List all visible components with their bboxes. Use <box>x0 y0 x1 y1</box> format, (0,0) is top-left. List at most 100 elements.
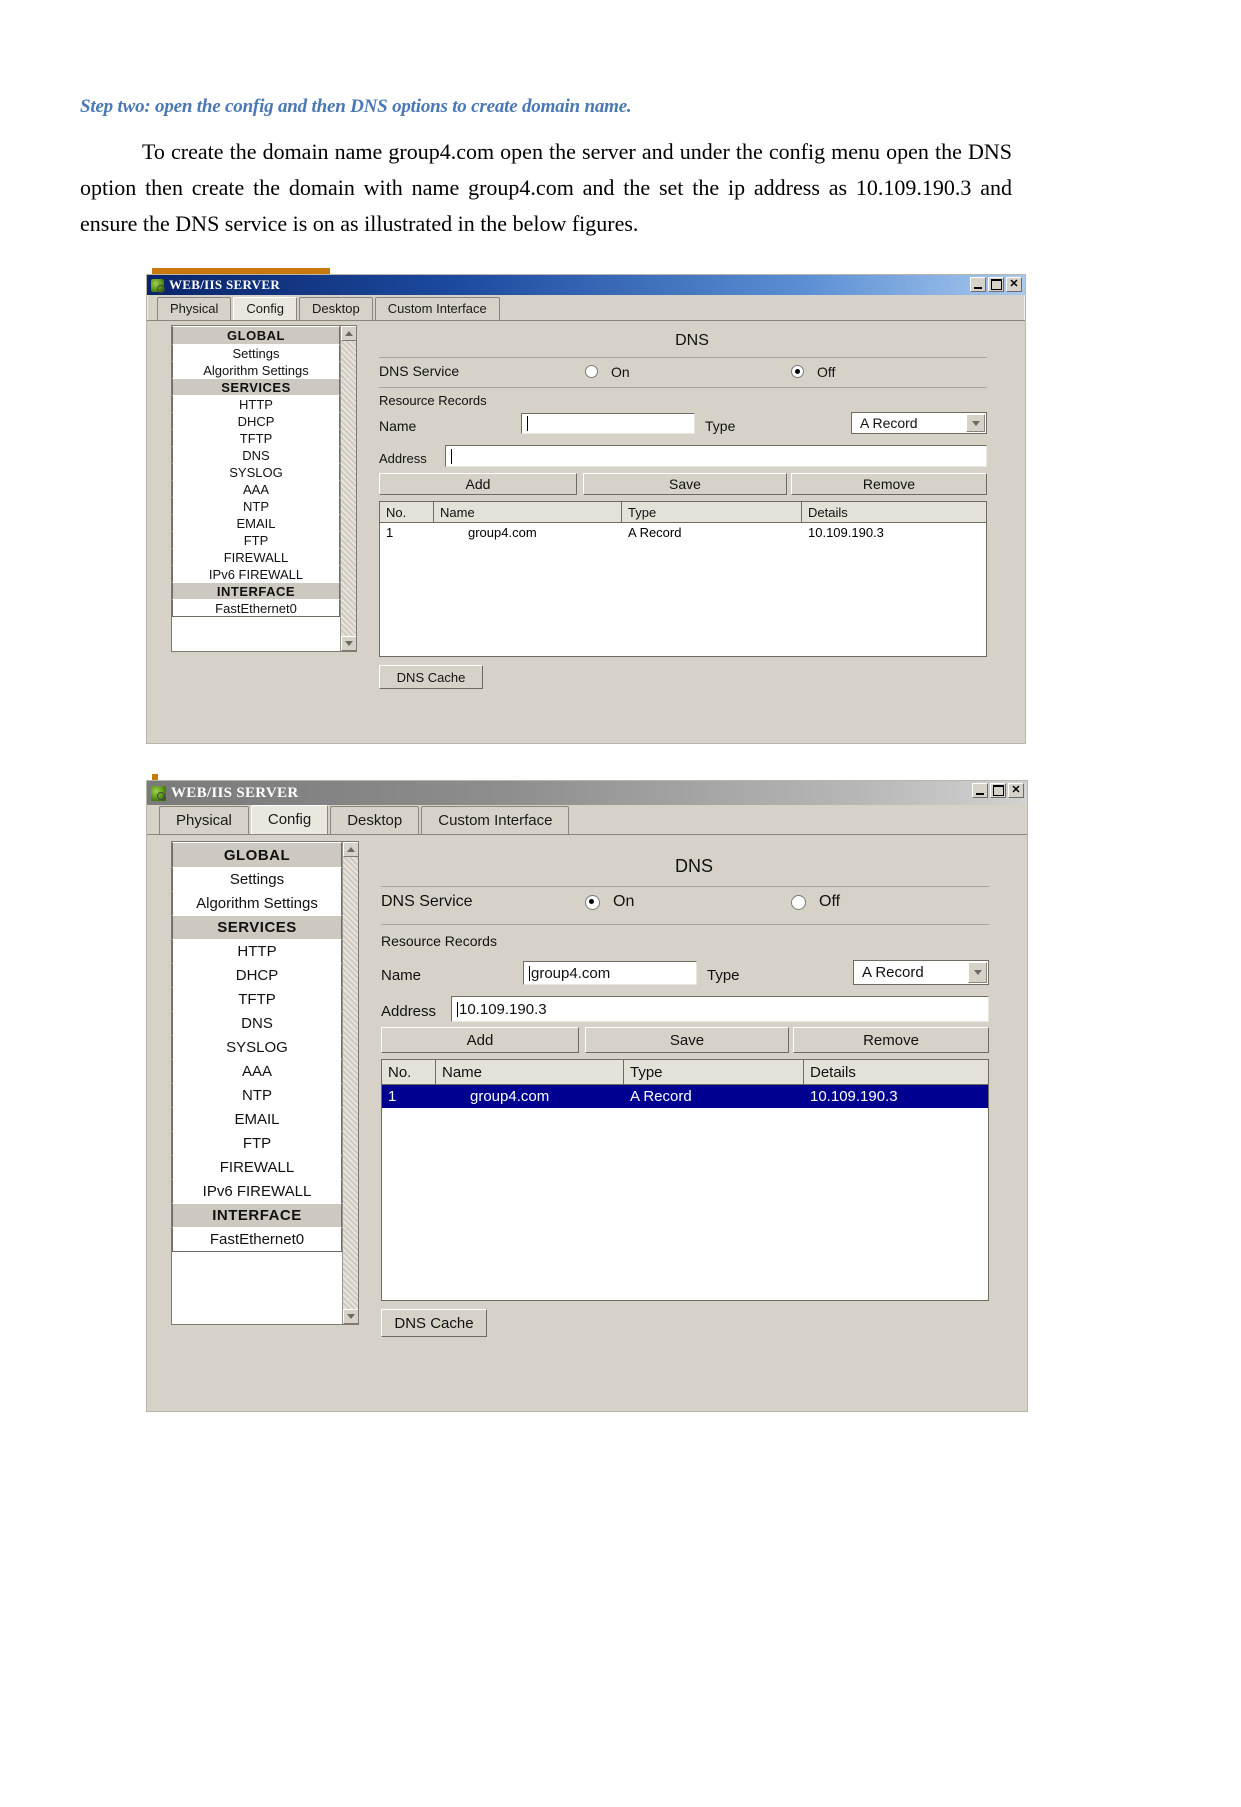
tab-bar-bottom: Physical Config Desktop Custom Interface <box>159 805 1019 834</box>
remove-button-bottom[interactable]: Remove <box>793 1027 989 1053</box>
body-paragraph: To create the domain name group4.com ope… <box>80 134 1012 242</box>
sidebar-item-ntp[interactable]: NTP <box>172 497 340 515</box>
resource-records-table-top[interactable]: No. Name Type Details 1 group4.com A Rec… <box>379 501 987 657</box>
name-input-top[interactable] <box>521 413 695 434</box>
dns-off-label-bottom: Off <box>819 893 841 910</box>
sidebar-item-fastethernet0[interactable]: FastEthernet0 <box>172 599 340 617</box>
name-input-bottom[interactable]: group4.com <box>523 961 697 985</box>
save-button-top[interactable]: Save <box>583 473 787 495</box>
resource-records-label-bottom: Resource Records <box>381 933 497 949</box>
maximize-button[interactable] <box>990 783 1006 798</box>
dns-off-radio-top[interactable] <box>791 365 804 378</box>
sidebar-item-global: GLOBAL <box>172 326 340 345</box>
server-icon <box>151 278 165 293</box>
sidebar-item-http[interactable]: HTTP <box>172 395 340 413</box>
sidebar-item-settings[interactable]: Settings <box>172 344 340 362</box>
tab-config[interactable]: Config <box>250 805 329 834</box>
dns-service-label-bottom: DNS Service <box>381 893 473 910</box>
type-select-bottom[interactable]: A Record <box>853 960 989 985</box>
name-input-value-bottom: group4.com <box>531 964 611 982</box>
scroll-down-arrow-icon[interactable] <box>341 636 356 651</box>
save-button-bottom[interactable]: Save <box>585 1027 789 1053</box>
sidebar-item-syslog[interactable]: SYSLOG <box>172 463 340 481</box>
table-header-row-top: No. Name Type Details <box>380 502 986 523</box>
table-row[interactable]: 1 group4.com A Record 10.109.190.3 <box>380 523 986 542</box>
sidebar-item-tftp[interactable]: TFTP <box>172 987 342 1012</box>
step-heading: Step two: open the config and then DNS o… <box>80 96 632 117</box>
sidebar-scrollbar-bottom[interactable] <box>342 842 358 1324</box>
tab-desktop[interactable]: Desktop <box>299 297 373 320</box>
dns-cache-button-bottom[interactable]: DNS Cache <box>381 1309 487 1337</box>
sidebar-item-ftp[interactable]: FTP <box>172 531 340 549</box>
add-button-bottom[interactable]: Add <box>381 1027 579 1053</box>
sidebar-item-dns[interactable]: DNS <box>172 1011 342 1036</box>
close-button[interactable]: ✕ <box>1006 277 1022 292</box>
chevron-down-icon[interactable] <box>968 962 987 983</box>
divider-1-top <box>379 357 987 358</box>
minimize-button[interactable] <box>970 277 986 292</box>
tab-physical[interactable]: Physical <box>159 806 249 834</box>
tab-custom-interface[interactable]: Custom Interface <box>374 297 500 320</box>
dns-cache-button-top[interactable]: DNS Cache <box>379 665 483 689</box>
sidebar-item-http[interactable]: HTTP <box>172 939 342 964</box>
sidebar-item-aaa[interactable]: AAA <box>172 1059 342 1084</box>
window-titlebar-bottom[interactable]: WEB/IIS SERVER ✕ <box>147 781 1027 805</box>
scroll-up-arrow-icon[interactable] <box>343 842 358 857</box>
scroll-up-arrow-icon[interactable] <box>341 326 356 341</box>
dns-on-radio-top[interactable] <box>585 365 598 378</box>
cell-no: 1 <box>388 1088 397 1105</box>
dns-service-label-top: DNS Service <box>379 363 460 379</box>
config-sidebar-top[interactable]: GLOBAL Settings Algorithm Settings SERVI… <box>171 325 357 652</box>
tab-physical[interactable]: Physical <box>157 297 232 320</box>
sidebar-item-list-top: GLOBAL Settings Algorithm Settings SERVI… <box>172 326 340 617</box>
resource-records-table-bottom[interactable]: No. Name Type Details 1 group4.com A Rec… <box>381 1059 989 1301</box>
sidebar-item-email[interactable]: EMAIL <box>172 514 340 532</box>
maximize-button[interactable] <box>988 277 1004 292</box>
sidebar-item-algorithm-settings[interactable]: Algorithm Settings <box>172 891 342 916</box>
sidebar-item-ntp[interactable]: NTP <box>172 1083 342 1108</box>
window-titlebar-top[interactable]: WEB/IIS SERVER ✕ <box>147 275 1025 295</box>
paragraph-line-1: To create the domain name group4.com ope… <box>142 139 1012 164</box>
sidebar-item-aaa[interactable]: AAA <box>172 480 340 498</box>
tab-config[interactable]: Config <box>233 297 297 320</box>
sidebar-item-fastethernet0[interactable]: FastEthernet0 <box>172 1227 342 1252</box>
sidebar-item-dhcp[interactable]: DHCP <box>172 412 340 430</box>
sidebar-item-ftp[interactable]: FTP <box>172 1131 342 1156</box>
close-button[interactable]: ✕ <box>1008 783 1024 798</box>
type-select-top[interactable]: A Record <box>851 412 987 434</box>
sidebar-scrollbar-top[interactable] <box>340 326 356 651</box>
sidebar-item-algorithm-settings[interactable]: Algorithm Settings <box>172 361 340 379</box>
sidebar-item-firewall[interactable]: FIREWALL <box>172 548 340 566</box>
sidebar-item-firewall[interactable]: FIREWALL <box>172 1155 342 1180</box>
address-label-bottom: Address <box>381 1003 437 1020</box>
tab-custom-interface[interactable]: Custom Interface <box>421 806 570 834</box>
dns-off-radio-bottom[interactable] <box>791 895 806 910</box>
window-controls-top: ✕ <box>970 277 1022 292</box>
name-label-bottom: Name <box>381 967 422 984</box>
tab-desktop[interactable]: Desktop <box>330 806 420 834</box>
table-row[interactable]: 1 group4.com A Record 10.109.190.3 <box>382 1085 988 1108</box>
sidebar-item-syslog[interactable]: SYSLOG <box>172 1035 342 1060</box>
column-header-no: No. <box>382 1060 436 1084</box>
config-sidebar-bottom[interactable]: GLOBAL Settings Algorithm Settings SERVI… <box>171 841 359 1325</box>
sidebar-item-tftp[interactable]: TFTP <box>172 429 340 447</box>
sidebar-item-settings[interactable]: Settings <box>172 867 342 892</box>
dns-on-radio-bottom[interactable] <box>585 895 600 910</box>
sidebar-item-email[interactable]: EMAIL <box>172 1107 342 1132</box>
chevron-down-icon[interactable] <box>966 414 985 432</box>
remove-button-top[interactable]: Remove <box>791 473 987 495</box>
text-caret <box>529 965 530 981</box>
scroll-down-arrow-icon[interactable] <box>343 1309 358 1324</box>
cell-details: 10.109.190.3 <box>810 1088 898 1105</box>
minimize-button[interactable] <box>972 783 988 798</box>
sidebar-item-ipv6-firewall[interactable]: IPv6 FIREWALL <box>172 565 340 583</box>
sidebar-item-services: SERVICES <box>172 915 342 940</box>
sidebar-item-dns[interactable]: DNS <box>172 446 340 464</box>
address-input-top[interactable] <box>445 445 987 467</box>
server-window-top: WEB/IIS SERVER ✕ Physical Config Desktop… <box>146 274 1026 744</box>
sidebar-item-ipv6-firewall[interactable]: IPv6 FIREWALL <box>172 1179 342 1204</box>
cell-type: A Record <box>630 1088 692 1105</box>
add-button-top[interactable]: Add <box>379 473 577 495</box>
sidebar-item-dhcp[interactable]: DHCP <box>172 963 342 988</box>
address-input-bottom[interactable]: 10.109.190.3 <box>451 996 989 1022</box>
